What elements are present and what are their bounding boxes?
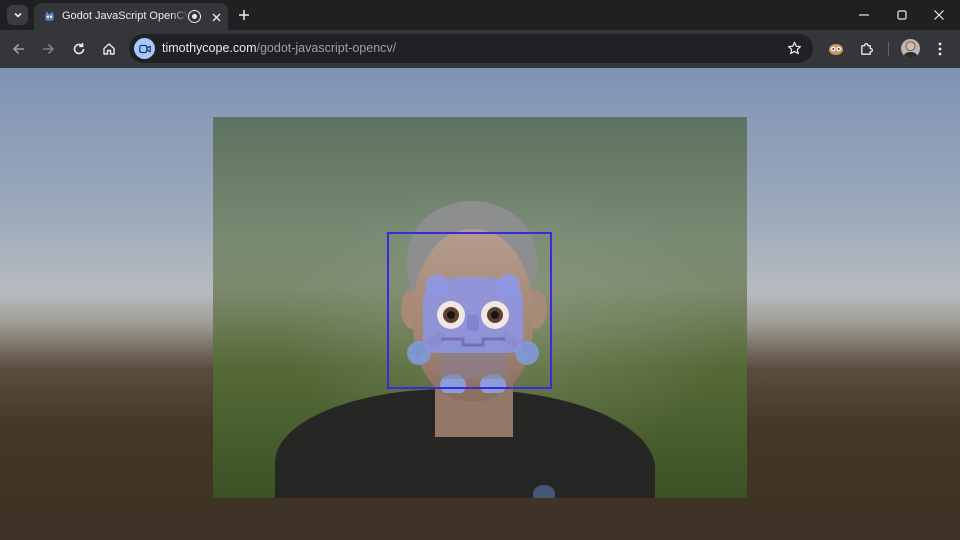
godot-icon [45,11,54,21]
star-icon [787,41,802,55]
new-tab-button[interactable] [234,5,254,25]
minimize-button[interactable] [846,0,882,30]
forward-button[interactable] [37,38,59,60]
tab-title: Godot JavaScript OpenCV ( [62,10,190,22]
godot-canvas[interactable] [0,68,960,540]
url-path: /godot-javascript-opencv/ [256,41,397,55]
maximize-icon [897,10,907,20]
bookmark-button[interactable] [786,40,803,57]
arrow-right-icon [43,43,55,55]
tab-close-button[interactable] [208,9,224,25]
minimize-icon [859,14,869,16]
browser-tab[interactable]: Godot JavaScript OpenCV ( [34,3,228,30]
kebab-menu-icon [938,42,942,56]
extensions-button[interactable] [855,38,877,60]
shirt-logo [533,485,555,498]
recording-icon [188,10,201,23]
chevron-down-icon [13,12,22,18]
reload-icon [73,43,85,55]
camera-icon [138,44,151,53]
close-icon [212,13,220,21]
arrow-left-icon [12,43,24,55]
menu-button[interactable] [929,38,951,60]
plus-icon [239,10,249,20]
url-host: timothycope.com [162,41,257,55]
toolbar-divider [888,42,889,56]
maximize-button[interactable] [884,0,920,30]
home-icon [103,43,115,55]
tab-search-button[interactable] [7,5,28,25]
reload-button[interactable] [68,38,90,60]
site-info-button[interactable] [134,38,155,59]
face-detection-box [387,232,552,389]
home-button[interactable] [98,38,120,60]
puzzle-icon [860,42,873,55]
close-icon [934,10,944,20]
browser-toolbar: timothycope.com/godot-javascript-opencv/ [0,30,960,68]
window-close-button[interactable] [921,0,957,30]
address-bar[interactable]: timothycope.com/godot-javascript-opencv/ [129,34,813,63]
tab-strip: Godot JavaScript OpenCV ( [0,0,960,30]
extension-owl-icon [829,44,843,55]
avatar[interactable] [901,39,920,58]
webcam-video-frame [213,117,747,498]
back-button[interactable] [8,38,30,60]
extension-button[interactable] [825,38,847,60]
url-text: timothycope.com/godot-javascript-opencv/ [162,41,396,56]
